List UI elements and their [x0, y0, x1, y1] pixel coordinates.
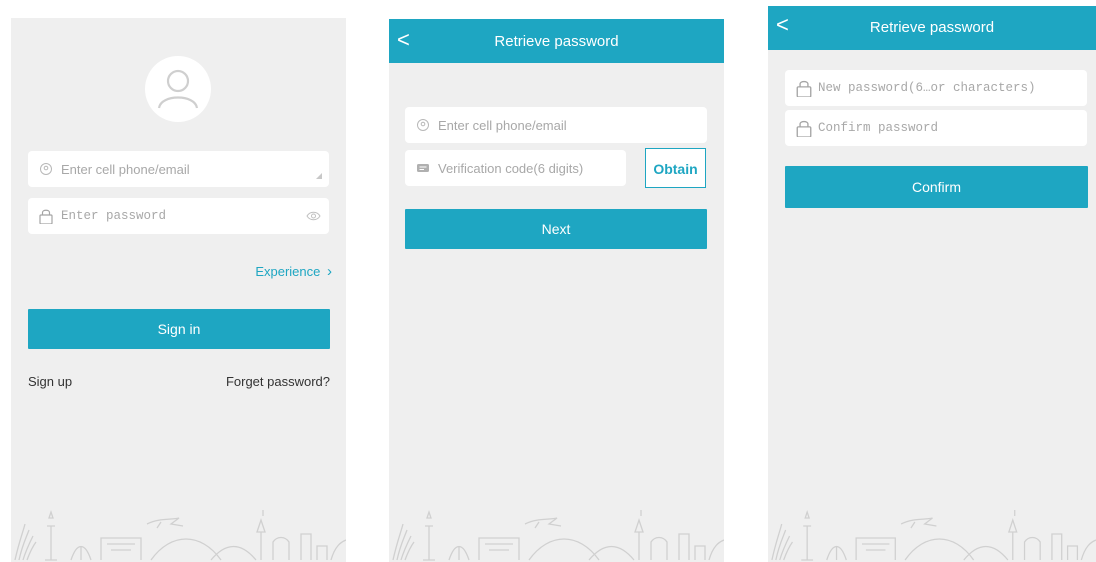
- lock-icon: [796, 80, 812, 97]
- user-icon: [157, 69, 199, 110]
- page-title: Retrieve password: [869, 19, 995, 36]
- user-circle-icon: [40, 163, 52, 175]
- input-corner-icon: [316, 173, 322, 179]
- password-field[interactable]: [28, 198, 329, 234]
- lock-icon: [796, 120, 812, 137]
- chevron-right-icon: ›: [327, 263, 332, 280]
- login-screen: Experience › Sign in Sign up Forget pass…: [11, 18, 346, 562]
- confirm-password-input[interactable]: [818, 110, 1067, 146]
- new-password-input[interactable]: [818, 70, 1081, 106]
- lock-icon: [39, 209, 53, 224]
- sign-up-link[interactable]: Sign up: [28, 374, 72, 389]
- new-password-field[interactable]: [785, 70, 1087, 106]
- message-icon: [417, 164, 429, 172]
- password-input[interactable]: [61, 198, 309, 234]
- confirm-password-field[interactable]: [785, 110, 1087, 146]
- forget-password-link[interactable]: Forget password?: [226, 374, 330, 389]
- page-title: Retrieve password: [494, 33, 619, 50]
- verification-code-field[interactable]: [405, 150, 626, 186]
- phone-email-input[interactable]: [61, 151, 309, 187]
- avatar: [145, 56, 211, 122]
- experience-label: Experience: [255, 264, 321, 279]
- city-skyline-illustration: [14, 509, 346, 561]
- phone-email-input[interactable]: [438, 107, 687, 143]
- experience-link[interactable]: Experience ›: [255, 263, 332, 280]
- obtain-code-button[interactable]: Obtain: [645, 148, 706, 188]
- confirm-button[interactable]: Confirm: [785, 166, 1088, 208]
- retrieve-password-screen-step1: < Retrieve password Obtain Next: [389, 19, 724, 562]
- next-button[interactable]: Next: [405, 209, 707, 249]
- sign-in-button[interactable]: Sign in: [28, 309, 330, 349]
- city-skyline-illustration: [771, 509, 1096, 561]
- header-bar: < Retrieve password: [389, 19, 724, 63]
- retrieve-password-screen-step2: < Retrieve password Confirm: [768, 6, 1096, 562]
- user-circle-icon: [417, 119, 429, 131]
- header-bar: < Retrieve password: [768, 6, 1096, 50]
- verification-code-input[interactable]: [438, 150, 606, 186]
- eye-icon[interactable]: [306, 209, 321, 223]
- phone-email-field[interactable]: [405, 107, 707, 143]
- phone-email-field[interactable]: [28, 151, 329, 187]
- city-skyline-illustration: [392, 509, 724, 561]
